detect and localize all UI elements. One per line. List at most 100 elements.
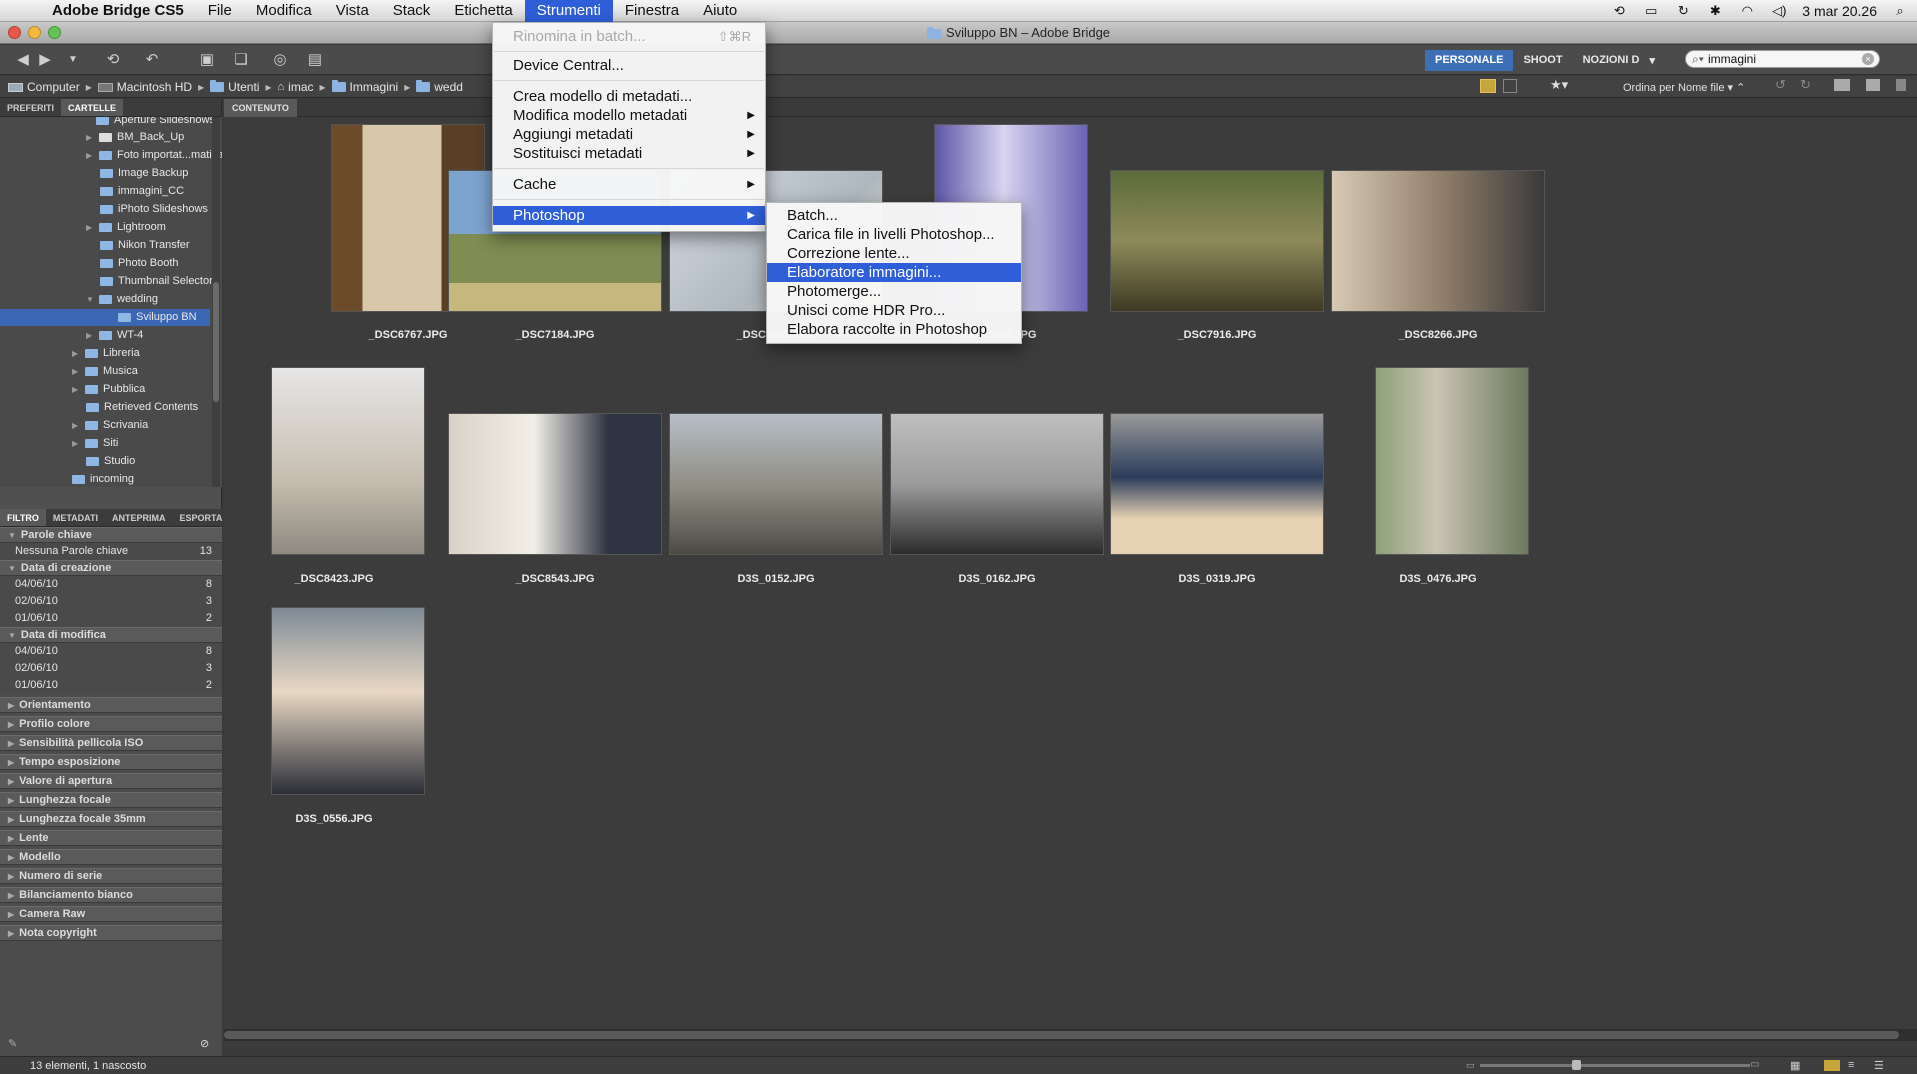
filter-section-collapsed[interactable]: ▶ Lente: [0, 830, 222, 846]
volume-icon[interactable]: ◁): [1770, 4, 1788, 18]
crumb-separator-icon[interactable]: ▸: [86, 80, 92, 94]
time-machine-icon[interactable]: ⟲: [1610, 4, 1628, 18]
tab-preferiti[interactable]: PREFERITI: [0, 99, 61, 116]
folder-item[interactable]: Studio: [86, 453, 135, 470]
folder-item[interactable]: ▶ Siti: [72, 435, 118, 452]
open-in-camera-raw-icon[interactable]: ◎: [270, 51, 290, 69]
crumb-separator-icon[interactable]: ▸: [320, 80, 326, 94]
folder-item[interactable]: ▶ Musica: [72, 363, 138, 380]
clock[interactable]: 3 mar 20.26: [1802, 3, 1877, 19]
tab-metadati[interactable]: METADATI: [46, 509, 105, 526]
filter-section-collapsed[interactable]: ▶ Tempo esposizione: [0, 754, 222, 770]
folder-item[interactable]: ▶ Libreria: [72, 345, 140, 362]
camera-import-icon[interactable]: ▣: [196, 51, 218, 69]
filter-section-collapsed[interactable]: ▶ Nota copyright: [0, 925, 222, 941]
crumb-imac[interactable]: ⌂ imac: [278, 80, 314, 94]
workspace-personale[interactable]: PERSONALE: [1425, 50, 1514, 71]
details-view-icon[interactable]: ≡: [1848, 1059, 1854, 1071]
filter-section-collapsed[interactable]: ▶ Camera Raw: [0, 906, 222, 922]
search-input[interactable]: immagini: [1708, 52, 1756, 66]
folder-item[interactable]: Photo Booth: [100, 255, 179, 272]
wifi-icon[interactable]: ◠: [1738, 4, 1756, 18]
folder-item-selected[interactable]: Sviluppo BN: [0, 309, 210, 326]
reveal-recent-icon[interactable]: ⟲: [100, 51, 126, 69]
submenu-item-correzione-lente[interactable]: Correzione lente...: [767, 244, 1021, 263]
slider-handle[interactable]: [1572, 1060, 1581, 1070]
folder-item[interactable]: iPhoto Slideshows: [100, 201, 208, 218]
display-icon[interactable]: ▭: [1642, 4, 1660, 18]
thumbnail-filename[interactable]: D3S_0152.JPG: [716, 573, 836, 585]
folder-item[interactable]: Aperture Slideshows: [96, 117, 215, 129]
menu-app[interactable]: Adobe Bridge CS5: [40, 0, 196, 22]
thumbnail-image[interactable]: [1375, 367, 1529, 555]
disclosure-triangle-icon[interactable]: ▶: [86, 129, 94, 146]
filter-row[interactable]: Nessuna Parole chiave 13: [0, 543, 222, 560]
thumbnail-image[interactable]: [448, 413, 662, 555]
menu-item-modifica-modello[interactable]: Modifica modello metadati ▶: [493, 106, 765, 125]
scroll-thumb[interactable]: [224, 1031, 1899, 1039]
menu-etichetta[interactable]: Etichetta: [442, 0, 524, 22]
thumbnail-image[interactable]: [1110, 413, 1324, 555]
submenu-item-carica-livelli[interactable]: Carica file in livelli Photoshop...: [767, 225, 1021, 244]
menu-item-crea-modello[interactable]: Crea modello di metadati...: [493, 87, 765, 106]
tab-contenuto[interactable]: CONTENUTO: [224, 99, 297, 117]
menu-item-sostituisci-metadati[interactable]: Sostituisci metadati ▶: [493, 144, 765, 163]
sort-dropdown[interactable]: Ordina per Nome file ▾ ⌃: [1623, 81, 1745, 94]
search-field[interactable]: ⌕▾ immagini ×: [1685, 50, 1880, 68]
menu-file[interactable]: File: [196, 0, 244, 22]
folder-item[interactable]: ▶ Pubblica: [72, 381, 145, 398]
crumb-immagini[interactable]: Immagini: [331, 80, 398, 94]
new-folder-icon[interactable]: [1866, 79, 1880, 91]
thumbnail-filename[interactable]: _DSC8543.JPG: [495, 573, 615, 585]
filter-section-collapsed[interactable]: ▶ Valore di apertura: [0, 773, 222, 789]
zoom-in-icon[interactable]: ▭: [1750, 1059, 1759, 1070]
list-view-icon[interactable]: [1503, 79, 1517, 93]
bluetooth-icon[interactable]: ✱: [1706, 4, 1724, 18]
tab-cartelle[interactable]: CARTELLE: [61, 99, 124, 116]
thumbnail-image[interactable]: [271, 607, 425, 795]
thumbnail-filename[interactable]: D3S_0556.JPG: [274, 813, 394, 825]
submenu-item-photomerge[interactable]: Photomerge...: [767, 282, 1021, 301]
grid-view-icon[interactable]: [1480, 79, 1496, 93]
thumbnail-image[interactable]: [890, 413, 1104, 555]
menu-aiuto[interactable]: Aiuto: [691, 0, 749, 22]
output-icon[interactable]: ▤: [300, 51, 330, 69]
thumbnail-filename[interactable]: _DSC6767.JPG: [348, 329, 468, 341]
pin-icon[interactable]: ✎: [8, 1037, 17, 1050]
filter-section-collapsed[interactable]: ▶ Modello: [0, 849, 222, 865]
disclosure-triangle-icon[interactable]: ▶: [72, 363, 80, 380]
thumbnail-filename[interactable]: _DSC7184.JPG: [495, 329, 615, 341]
disclosure-triangle-icon[interactable]: ▶: [86, 147, 94, 164]
lock-grid-icon[interactable]: ▦: [1790, 1059, 1800, 1072]
thumbnail-image[interactable]: [1331, 170, 1545, 312]
forward-arrow-icon[interactable]: ▶: [36, 51, 54, 69]
folder-item[interactable]: Thumbnail Selector: [100, 273, 213, 290]
menu-finestra[interactable]: Finestra: [613, 0, 691, 22]
crumb-separator-icon[interactable]: ▸: [198, 80, 204, 94]
thumbnail-image[interactable]: [669, 413, 883, 555]
filter-row[interactable]: 04/06/10 8: [0, 576, 222, 593]
menu-strumenti[interactable]: Strumenti: [524, 0, 613, 22]
sync-icon[interactable]: ↻: [1674, 4, 1692, 18]
tab-filtro[interactable]: FILTRO: [0, 509, 46, 526]
submenu-item-unisci-hdr[interactable]: Unisci come HDR Pro...: [767, 301, 1021, 320]
thumbnail-image[interactable]: [1110, 170, 1324, 312]
trash-icon[interactable]: [1896, 79, 1906, 91]
thumbnail-filename[interactable]: _DSC8423.JPG: [274, 573, 394, 585]
folder-item[interactable]: ▼ wedding: [86, 291, 158, 308]
crumb-wedding[interactable]: wedd: [416, 80, 463, 94]
folder-item[interactable]: incoming: [72, 471, 134, 487]
filter-section-keywords[interactable]: ▼ Parole chiave: [0, 527, 222, 543]
crumb-separator-icon[interactable]: ▸: [404, 80, 410, 94]
zoom-out-icon[interactable]: ▭: [1466, 1060, 1475, 1071]
filter-section-collapsed[interactable]: ▶ Bilanciamento bianco: [0, 887, 222, 903]
menu-item-photoshop[interactable]: Photoshop ▶: [493, 206, 765, 225]
disclosure-triangle-icon[interactable]: ▶: [72, 381, 80, 398]
thumbnail-filename[interactable]: _DSC8266.JPG: [1378, 329, 1498, 341]
workspace-dropdown-icon[interactable]: ▾: [1649, 50, 1665, 71]
clear-search-icon[interactable]: ×: [1862, 53, 1874, 65]
menu-item-cache[interactable]: Cache ▶: [493, 175, 765, 194]
disclosure-triangle-icon[interactable]: ▶: [86, 219, 94, 236]
crumb-separator-icon[interactable]: ▸: [265, 80, 271, 94]
disclosure-triangle-icon[interactable]: ▶: [72, 435, 80, 452]
